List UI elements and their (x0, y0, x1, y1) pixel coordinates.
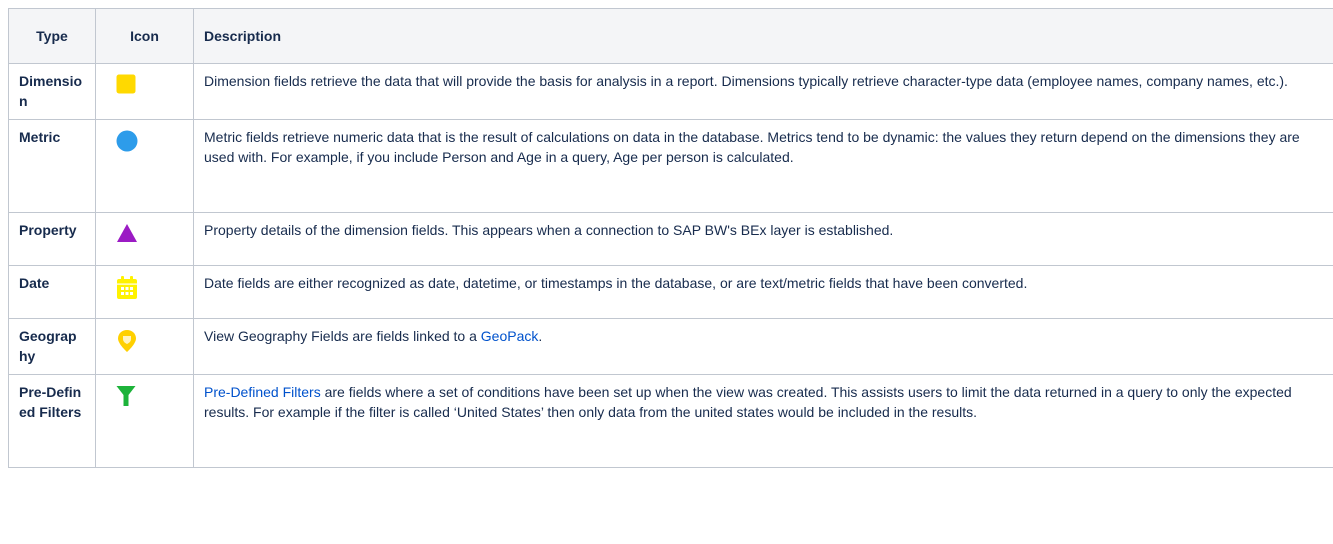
description-cell: Pre-Defined Filters are fields where a s… (193, 374, 1333, 468)
table-row: Dimension Dimension fields retrieve the … (8, 63, 1333, 120)
yellow-square-icon (116, 74, 136, 94)
pre-defined-filters-link[interactable]: Pre-Defined Filters (204, 384, 321, 400)
table-row: Geography View Geography Fields are fiel… (8, 318, 1333, 375)
description-text: are fields where a set of conditions hav… (204, 384, 1292, 420)
type-cell: Geography (8, 318, 96, 375)
purple-triangle-icon (117, 224, 137, 242)
header-description: Description (193, 8, 1333, 64)
icon-cell (95, 265, 194, 319)
type-cell: Date (8, 265, 96, 319)
type-cell: Dimension (8, 63, 96, 120)
description-text: View Geography Fields are fields linked … (204, 328, 481, 344)
blue-circle-icon (116, 130, 138, 152)
description-cell: Metric fields retrieve numeric data that… (193, 119, 1333, 213)
field-types-table: Type Icon Description Dimension Dimensio… (8, 8, 1333, 468)
table-row: Pre-Defined Filters Pre-Defined Filters … (8, 374, 1333, 468)
type-cell: Pre-Defined Filters (8, 374, 96, 468)
description-cell: Dimension fields retrieve the data that … (193, 63, 1333, 120)
icon-cell (95, 212, 194, 266)
table-row: Property Property details of the dimensi… (8, 212, 1333, 266)
header-icon: Icon (95, 8, 194, 64)
description-cell: Date fields are either recognized as dat… (193, 265, 1333, 319)
calendar-icon (117, 276, 137, 299)
table-row: Date Date fields are either recognized a… (8, 265, 1333, 319)
icon-cell (95, 374, 194, 468)
type-cell: Property (8, 212, 96, 266)
icon-cell (95, 318, 194, 375)
description-cell: View Geography Fields are fields linked … (193, 318, 1333, 375)
funnel-icon (116, 386, 136, 406)
icon-cell (95, 63, 194, 120)
header-type: Type (8, 8, 96, 64)
map-pin-icon (118, 330, 136, 352)
type-cell: Metric (8, 119, 96, 213)
geopack-link[interactable]: GeoPack (481, 328, 539, 344)
description-cell: Property details of the dimension fields… (193, 212, 1333, 266)
description-text: . (538, 328, 543, 344)
header-row: Type Icon Description (8, 8, 1333, 64)
icon-cell (95, 119, 194, 213)
table-row: Metric Metric fields retrieve numeric da… (8, 119, 1333, 213)
